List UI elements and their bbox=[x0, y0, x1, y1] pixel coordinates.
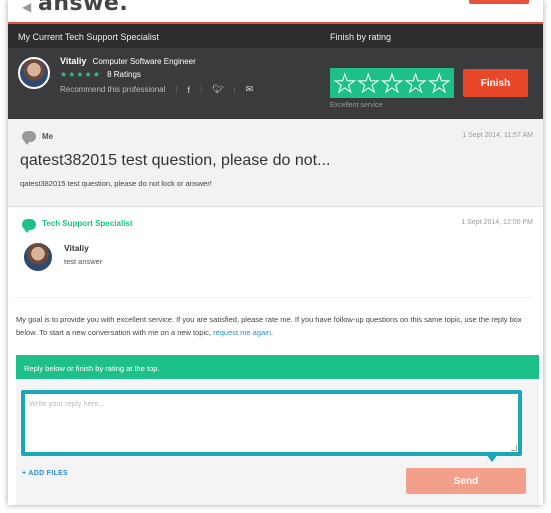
finish-button[interactable]: Finish bbox=[463, 69, 528, 97]
finish-section-title: Finish by rating bbox=[330, 32, 392, 42]
facebook-icon[interactable]: f bbox=[187, 85, 190, 95]
service-message: My goal is to provide you with excellent… bbox=[16, 315, 522, 337]
rating-stars-input[interactable]: ★ ★ ★ ★ ★ bbox=[330, 68, 454, 98]
question-title: qatest382015 test question, please do no… bbox=[20, 152, 331, 169]
rate-star-4-icon[interactable]: ★ bbox=[404, 70, 427, 96]
recommend-line: Recommend this professional | f | 🐦︎ | ✉ bbox=[60, 84, 254, 95]
reply-box bbox=[21, 390, 522, 456]
request-me-again-link[interactable]: request me again bbox=[213, 328, 271, 337]
answer-date: 1 Sept 2014, 12:00 PM bbox=[461, 219, 533, 226]
rating-caption: Excellent service bbox=[330, 102, 383, 109]
specialist-section-title: My Current Tech Support Specialist bbox=[18, 32, 159, 42]
app-window: ◀ answe. My Current Tech Support Special… bbox=[8, 0, 543, 505]
rate-star-3-icon[interactable]: ★ bbox=[380, 70, 403, 96]
resize-handle-icon[interactable] bbox=[511, 445, 517, 451]
specialist-avatar[interactable] bbox=[18, 57, 50, 89]
ratings-count[interactable]: 8 Ratings bbox=[107, 70, 141, 79]
chat-bubble-icon bbox=[22, 219, 36, 233]
back-arrow-icon[interactable]: ◀ bbox=[22, 0, 31, 14]
specialist-name[interactable]: Vitaliy bbox=[60, 56, 86, 66]
question-author: Me bbox=[42, 132, 54, 141]
question-date: 1 Sept 2014, 11:57 AM bbox=[462, 132, 533, 139]
answer-text: test answer bbox=[64, 257, 103, 266]
specialist-rating: ★★★★★ 8 Ratings bbox=[60, 70, 141, 79]
rating-stars-icon: ★★★★★ bbox=[60, 70, 101, 79]
twitter-icon[interactable]: 🐦︎ bbox=[212, 84, 223, 95]
reply-box-tail bbox=[486, 454, 498, 462]
top-bar: ◀ answe. bbox=[8, 0, 543, 24]
question-message: Me 1 Sept 2014, 11:57 AM qatest382015 te… bbox=[8, 119, 543, 207]
rate-star-1-icon[interactable]: ★ bbox=[333, 70, 356, 96]
chat-bubble-icon bbox=[22, 131, 36, 145]
rate-star-5-icon[interactable]: ★ bbox=[427, 70, 450, 96]
answer-name: Vitaliy bbox=[64, 243, 89, 253]
reply-textarea[interactable] bbox=[25, 394, 518, 452]
specialist-header: My Current Tech Support Specialist Finis… bbox=[8, 24, 543, 119]
answer-avatar[interactable] bbox=[22, 241, 54, 273]
site-logo[interactable]: answe. bbox=[38, 0, 128, 16]
rate-star-2-icon[interactable]: ★ bbox=[357, 70, 380, 96]
answer-message: Tech Support Specialist 1 Sept 2014, 12:… bbox=[8, 207, 543, 349]
reply-section: Reply below or finish by rating at the t… bbox=[16, 355, 539, 505]
add-files-link[interactable]: + ADD FILES bbox=[22, 470, 68, 477]
email-icon[interactable]: ✉ bbox=[246, 84, 254, 95]
recommend-text: Recommend this professional bbox=[60, 85, 166, 94]
header-title-row: My Current Tech Support Specialist Finis… bbox=[8, 24, 543, 48]
specialist-name-line: Vitaliy Computer Software Engineer bbox=[60, 56, 196, 66]
specialist-role: Computer Software Engineer bbox=[92, 57, 196, 66]
send-button[interactable]: Send bbox=[406, 468, 526, 494]
answer-author-label: Tech Support Specialist bbox=[42, 219, 133, 228]
top-action-button[interactable] bbox=[469, 0, 529, 4]
question-body: qatest382015 test question, please do no… bbox=[20, 179, 212, 188]
divider bbox=[14, 297, 533, 298]
reply-instructions-bar: Reply below or finish by rating at the t… bbox=[16, 355, 539, 379]
